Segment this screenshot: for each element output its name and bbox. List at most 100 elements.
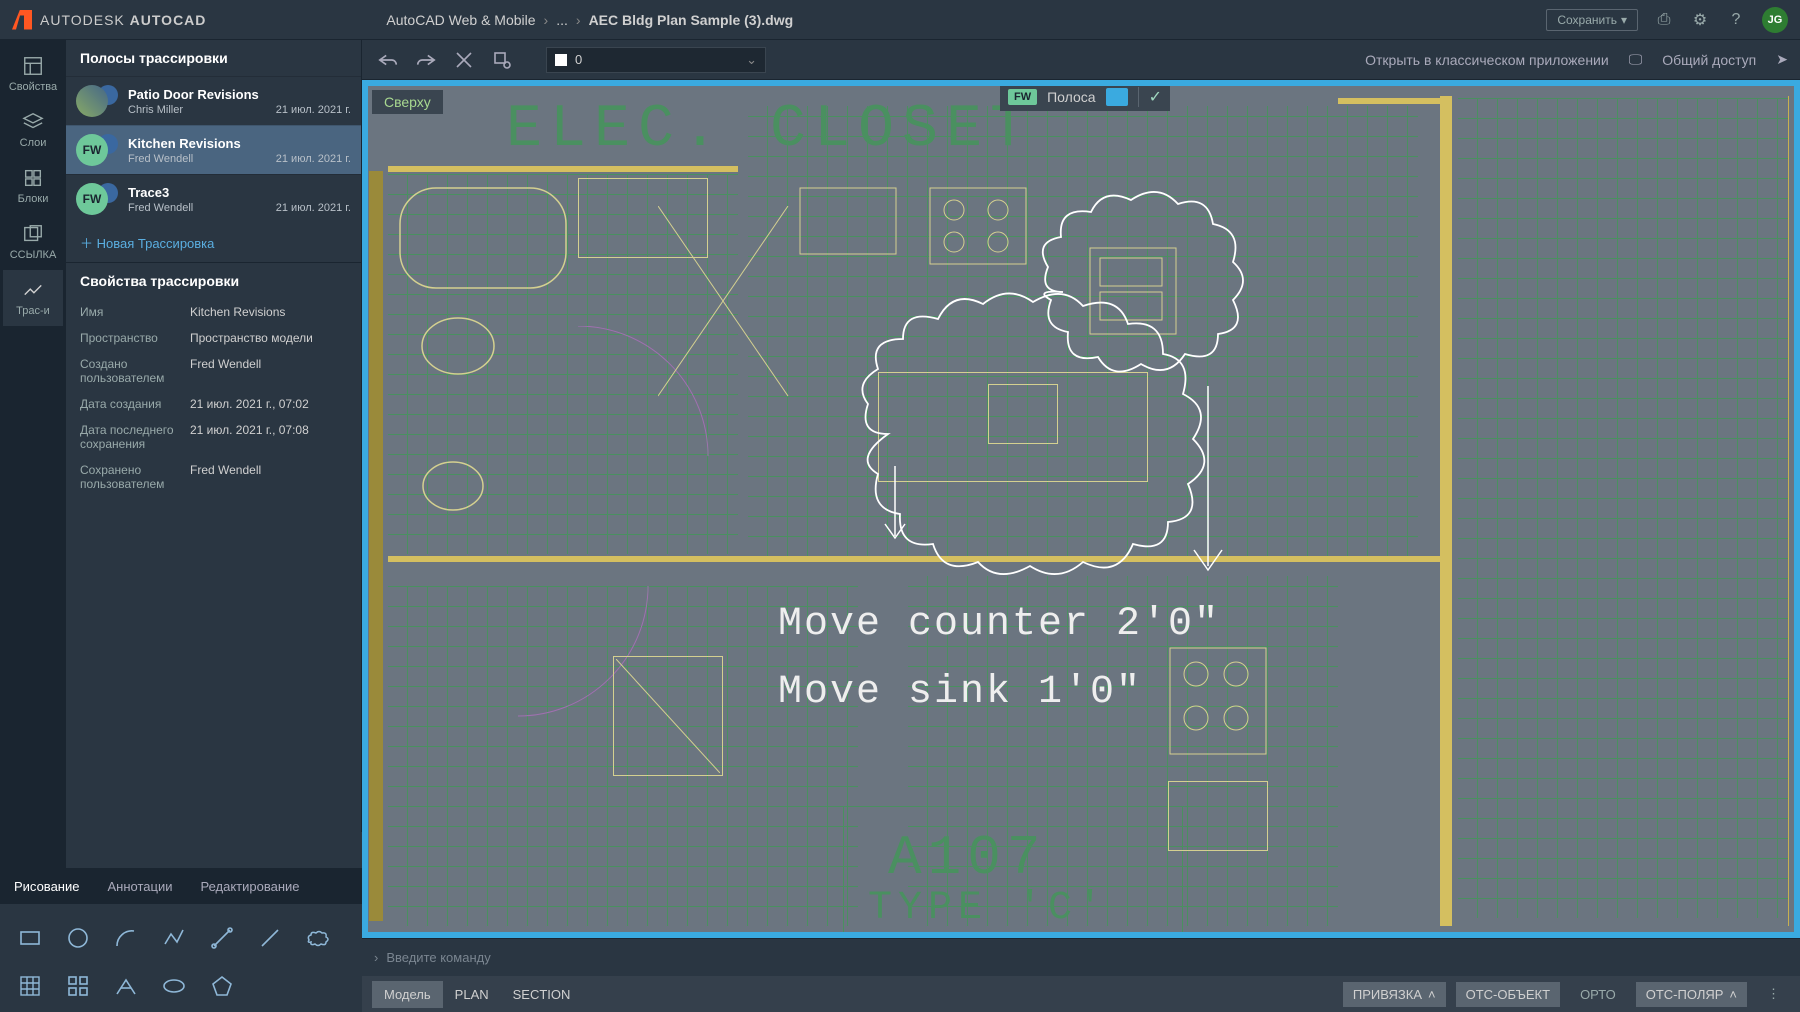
arc-tool-icon[interactable] [104, 916, 148, 960]
command-placeholder: Введите команду [386, 950, 490, 965]
layers-icon [22, 111, 44, 133]
select-icon[interactable] [488, 46, 516, 74]
new-trace-label: Новая Трассировка [97, 236, 215, 251]
revcloud-tool-icon[interactable] [296, 916, 340, 960]
osnap-label: ОТС-ОБЪЕКТ [1466, 987, 1550, 1002]
diag-line [658, 206, 798, 406]
user-avatar[interactable]: JG [1762, 7, 1788, 33]
room-label: ELEC. CLOSET [506, 96, 1034, 164]
shower-icon [616, 659, 720, 773]
trace-item[interactable]: FW Kitchen Revisions Fred Wendell21 июл.… [66, 125, 361, 174]
ortho-toggle[interactable]: ОРТО [1570, 982, 1626, 1007]
grid-tool-icon[interactable] [56, 964, 100, 1008]
redo-icon[interactable] [412, 46, 440, 74]
prop-value: 21 июл. 2021 г., 07:08 [190, 423, 347, 451]
rail-blocks-label: Блоки [18, 193, 49, 205]
chevron-down-icon: ⌄ [746, 52, 757, 68]
print-icon[interactable]: ⎙ [1654, 10, 1674, 30]
more-icon[interactable]: ⋮ [1757, 981, 1790, 1007]
rail-layers-label: Слои [20, 137, 47, 149]
hatch-tool-icon[interactable] [8, 964, 52, 1008]
share-link[interactable]: Общий доступ [1662, 52, 1756, 68]
image-icon[interactable] [1106, 88, 1128, 106]
breadcrumb-mid[interactable]: ... [556, 12, 568, 28]
rail-blocks[interactable]: Блоки [3, 158, 63, 214]
gear-icon[interactable]: ⚙ [1690, 10, 1710, 30]
trace-author-badge: FW [1008, 89, 1037, 105]
revision-cloud [1033, 182, 1253, 402]
panel-title: Полосы трассировки [66, 40, 361, 76]
trace-toolbar: FW Полоса ✓ [1000, 83, 1170, 111]
trace-props-title: Свойства трассировки [66, 262, 361, 299]
rail-reference[interactable]: ССЫЛКА [3, 214, 63, 270]
open-classic-link[interactable]: Открыть в классическом приложении [1365, 52, 1609, 68]
tab-draw[interactable]: Рисование [14, 879, 79, 894]
measure-tool-icon[interactable] [104, 964, 148, 1008]
line2pt-tool-icon[interactable] [200, 916, 244, 960]
trace-item[interactable]: FW Trace3 Fred Wendell21 июл. 2021 г. [66, 174, 361, 223]
tab-plan[interactable]: PLAN [443, 981, 501, 1008]
snap-icon[interactable] [450, 46, 478, 74]
secondary-toolbar: 0 ⌄ Открыть в классическом приложении 🖵 … [362, 40, 1800, 80]
layer-value: 0 [575, 52, 582, 67]
save-button[interactable]: Сохранить ▾ [1546, 9, 1638, 31]
rail-traces[interactable]: Трас-и [3, 270, 63, 326]
rail-properties-label: Свойства [9, 81, 57, 93]
prop-value: Kitchen Revisions [190, 305, 347, 319]
tool-palette [0, 904, 362, 1012]
polar-toggle[interactable]: ОТС-ПОЛЯР ˄ [1636, 982, 1747, 1007]
rail-layers[interactable]: Слои [3, 102, 63, 158]
traces-panel: Полосы трассировки Patio Door Revisions … [66, 40, 362, 832]
trace-date: 21 июл. 2021 г. [276, 153, 351, 165]
rail-properties[interactable]: Свойства [3, 46, 63, 102]
chevron-down-icon: ▾ [1621, 13, 1627, 27]
counter-icon [798, 186, 898, 256]
tool-tabs: Рисование Аннотации Редактирование [0, 868, 362, 904]
breadcrumb-root[interactable]: AutoCAD Web & Mobile [386, 12, 535, 28]
circle-tool-icon[interactable] [56, 916, 100, 960]
check-icon[interactable]: ✓ [1149, 87, 1162, 107]
send-icon[interactable]: ➤ [1776, 51, 1788, 68]
polar-label: ОТС-ПОЛЯР [1646, 987, 1724, 1002]
layer-dropdown[interactable]: 0 ⌄ [546, 47, 766, 73]
polygon-tool-icon[interactable] [200, 964, 244, 1008]
bathtub-icon [398, 186, 568, 306]
ellipse-tool-icon[interactable] [152, 964, 196, 1008]
monitor-icon: 🖵 [1629, 51, 1643, 68]
prop-label: Сохранено пользователем [80, 463, 190, 491]
trace-name: Trace3 [128, 185, 351, 200]
prop-label: Создано пользователем [80, 357, 190, 385]
line-tool-icon[interactable] [248, 916, 292, 960]
osnap-toggle[interactable]: ОТС-ОБЪЕКТ [1456, 982, 1560, 1007]
trace-item[interactable]: Patio Door Revisions Chris Miller21 июл.… [66, 76, 361, 125]
stove-icon [928, 186, 1028, 266]
polyline-tool-icon[interactable] [152, 916, 196, 960]
arrow-down-icon [1188, 386, 1228, 576]
command-line[interactable]: › Введите команду [362, 938, 1800, 976]
new-trace-button[interactable]: ＋ Новая Трассировка [66, 223, 361, 262]
tab-section[interactable]: SECTION [501, 981, 583, 1008]
reference-icon [22, 223, 44, 245]
tab-annotate[interactable]: Аннотации [107, 879, 172, 894]
drawing-canvas[interactable]: Move counter 2'0" Move sink 1'0" ELEC. C… [362, 80, 1800, 938]
rectangle-tool-icon[interactable] [8, 916, 52, 960]
sink-icon [418, 456, 488, 516]
help-icon[interactable]: ? [1726, 10, 1746, 30]
tab-model[interactable]: Модель [372, 981, 443, 1008]
brand-name: AUTOCAD [130, 12, 207, 28]
save-label: Сохранить [1557, 13, 1617, 27]
brand-prefix: AUTODESK [40, 12, 125, 28]
prop-value: 21 июл. 2021 г., 07:02 [190, 397, 347, 411]
trace-date: 21 июл. 2021 г. [276, 202, 351, 214]
trace-label: Полоса [1047, 89, 1095, 105]
undo-icon[interactable] [374, 46, 402, 74]
prop-label: Дата создания [80, 397, 190, 411]
avatar: FW [76, 183, 108, 215]
arrow-down-icon [880, 466, 910, 546]
snap-toggle[interactable]: ПРИВЯЗКА ˄ [1343, 982, 1446, 1007]
tab-edit[interactable]: Редактирование [200, 879, 299, 894]
top-header: AUTODESK AUTOCAD AutoCAD Web & Mobile › … [0, 0, 1800, 40]
trace-date: 21 июл. 2021 г. [276, 104, 351, 116]
annotation-text: Move counter 2'0" [778, 602, 1220, 647]
trace-name: Kitchen Revisions [128, 136, 351, 151]
